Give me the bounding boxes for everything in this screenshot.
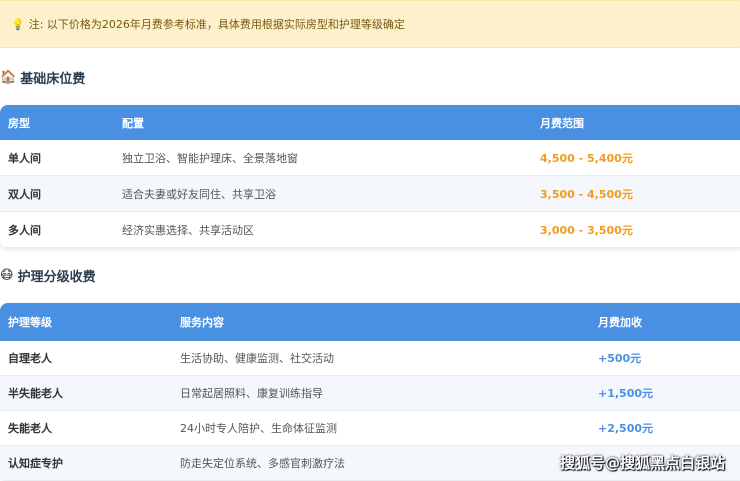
column-header: 月费加收 bbox=[598, 316, 642, 329]
column-header: 配置 bbox=[122, 116, 144, 130]
column-header: 护理等级 bbox=[8, 316, 52, 329]
table-row: 失能老人 24小时专人陪护、生命体征监测 +2,500元 bbox=[0, 411, 740, 446]
row-price: 4,500 - 5,400元 bbox=[540, 151, 633, 165]
note-text: 注: 以下价格为2026年月费参考标准，具体费用根据实际房型和护理等级确定 bbox=[28, 18, 405, 31]
house-icon: 🏠 bbox=[0, 70, 17, 85]
row-name: 认知症专护 bbox=[8, 457, 63, 470]
row-name: 半失能老人 bbox=[8, 387, 63, 400]
row-description: 经济实惠选择、共享活动区 bbox=[122, 223, 254, 237]
row-name: 双人间 bbox=[8, 187, 41, 201]
lightbulb-icon: 💡 bbox=[11, 17, 25, 31]
row-name: 失能老人 bbox=[8, 422, 52, 435]
watermark: 搜狐号@搜狐黑点白银站 bbox=[560, 454, 726, 472]
row-description: 独立卫浴、智能护理床、全景落地窗 bbox=[122, 151, 298, 165]
column-header: 房型 bbox=[8, 116, 30, 130]
pricing-note-banner: 💡 注: 以下价格为2026年月费参考标准，具体费用根据实际房型和护理等级确定 bbox=[0, 0, 740, 48]
row-description: 防走失定位系统、多感官刺激疗法 bbox=[180, 457, 345, 470]
table-row: 自理老人 生活协助、健康监测、社交活动 +500元 bbox=[0, 341, 740, 376]
section-title-care: 😷 护理分级收费 bbox=[0, 268, 96, 285]
row-price: +2,500元 bbox=[598, 422, 654, 435]
table-row: 单人间 独立卫浴、智能护理床、全景落地窗 4,500 - 5,400元 bbox=[0, 140, 740, 176]
column-header: 月费范围 bbox=[540, 116, 584, 130]
table-header-row: 护理等级 服务内容 月费加收 bbox=[0, 303, 740, 341]
table-header-row: 房型 配置 月费范围 bbox=[0, 105, 740, 140]
row-description: 日常起居照料、康复训练指导 bbox=[180, 387, 323, 400]
table-row: 多人间 经济实惠选择、共享活动区 3,000 - 3,500元 bbox=[0, 212, 740, 248]
row-price: 3,500 - 4,500元 bbox=[540, 187, 633, 201]
bed-fee-table: 房型 配置 月费范围单人间 独立卫浴、智能护理床、全景落地窗 4,500 - 5,400… bbox=[0, 105, 740, 248]
row-price: +1,500元 bbox=[598, 387, 654, 400]
elder-face-icon: 😷 bbox=[0, 268, 14, 283]
row-name: 多人间 bbox=[8, 223, 41, 237]
table-row: 双人间 适合夫妻或好友同住、共享卫浴 3,500 - 4,500元 bbox=[0, 176, 740, 212]
row-description: 24小时专人陪护、生命体征监测 bbox=[180, 422, 337, 435]
row-description: 适合夫妻或好友同住、共享卫浴 bbox=[122, 187, 276, 201]
row-description: 生活协助、健康监测、社交活动 bbox=[180, 352, 334, 365]
section-title-bed: 🏠 基础床位费 bbox=[0, 70, 86, 87]
row-name: 自理老人 bbox=[8, 352, 52, 365]
row-price: +500元 bbox=[598, 352, 642, 365]
row-price: 3,000 - 3,500元 bbox=[540, 223, 633, 237]
row-name: 单人间 bbox=[8, 151, 41, 165]
table-row: 半失能老人 日常起居照料、康复训练指导 +1,500元 bbox=[0, 376, 740, 411]
column-header: 服务内容 bbox=[180, 316, 224, 329]
